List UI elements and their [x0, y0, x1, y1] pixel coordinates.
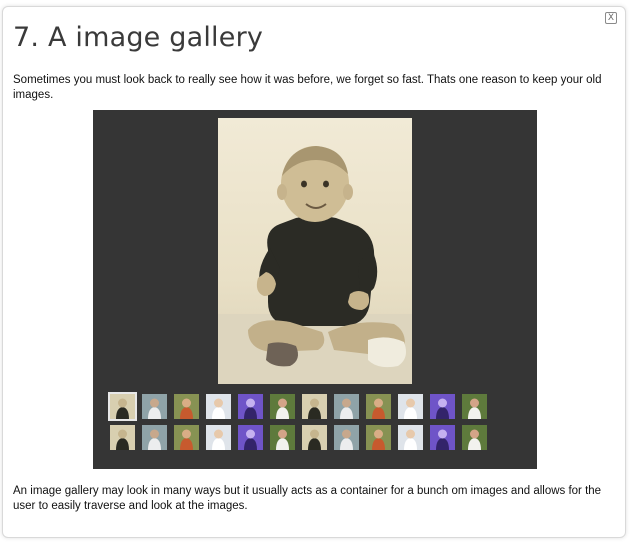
gallery-thumbnail[interactable]	[460, 423, 489, 452]
baby-photo-illustration	[218, 118, 412, 384]
gallery-thumbnail[interactable]	[268, 392, 297, 421]
gallery-thumbnail[interactable]	[140, 423, 169, 452]
gallery-thumbnail[interactable]	[300, 392, 329, 421]
gallery-thumbnail[interactable]	[108, 392, 137, 421]
gallery-thumbnail[interactable]	[204, 392, 233, 421]
image-gallery	[93, 110, 537, 469]
gallery-thumbnail[interactable]	[396, 423, 425, 452]
gallery-thumbnail[interactable]	[236, 392, 265, 421]
gallery-thumbnail[interactable]	[268, 423, 297, 452]
gallery-thumbnail[interactable]	[108, 423, 137, 452]
gallery-thumbnail[interactable]	[332, 392, 361, 421]
gallery-card: X 7. A image gallery Sometimes you must …	[2, 6, 626, 538]
gallery-thumbnail[interactable]	[428, 392, 457, 421]
gallery-thumbnail[interactable]	[172, 392, 201, 421]
main-image[interactable]	[218, 118, 412, 384]
gallery-thumbnail[interactable]	[364, 423, 393, 452]
gallery-thumbnail[interactable]	[364, 392, 393, 421]
thumbnail-row	[108, 392, 489, 421]
gallery-thumbnail[interactable]	[172, 423, 201, 452]
outro-paragraph: An image gallery may look in many ways b…	[13, 485, 602, 512]
thumbnail-row	[108, 423, 489, 452]
gallery-thumbnail[interactable]	[460, 392, 489, 421]
gallery-thumbnail[interactable]	[332, 423, 361, 452]
gallery-thumbnail[interactable]	[300, 423, 329, 452]
intro-paragraph: Sometimes you must look back to really s…	[13, 74, 602, 101]
close-icon[interactable]: X	[605, 12, 617, 24]
gallery-thumbnail[interactable]	[140, 392, 169, 421]
gallery-thumbnail[interactable]	[236, 423, 265, 452]
page-title: 7. A image gallery	[13, 22, 264, 53]
gallery-thumbnail[interactable]	[396, 392, 425, 421]
gallery-thumbnail[interactable]	[428, 423, 457, 452]
thumbnail-strip	[108, 392, 489, 454]
gallery-thumbnail[interactable]	[204, 423, 233, 452]
